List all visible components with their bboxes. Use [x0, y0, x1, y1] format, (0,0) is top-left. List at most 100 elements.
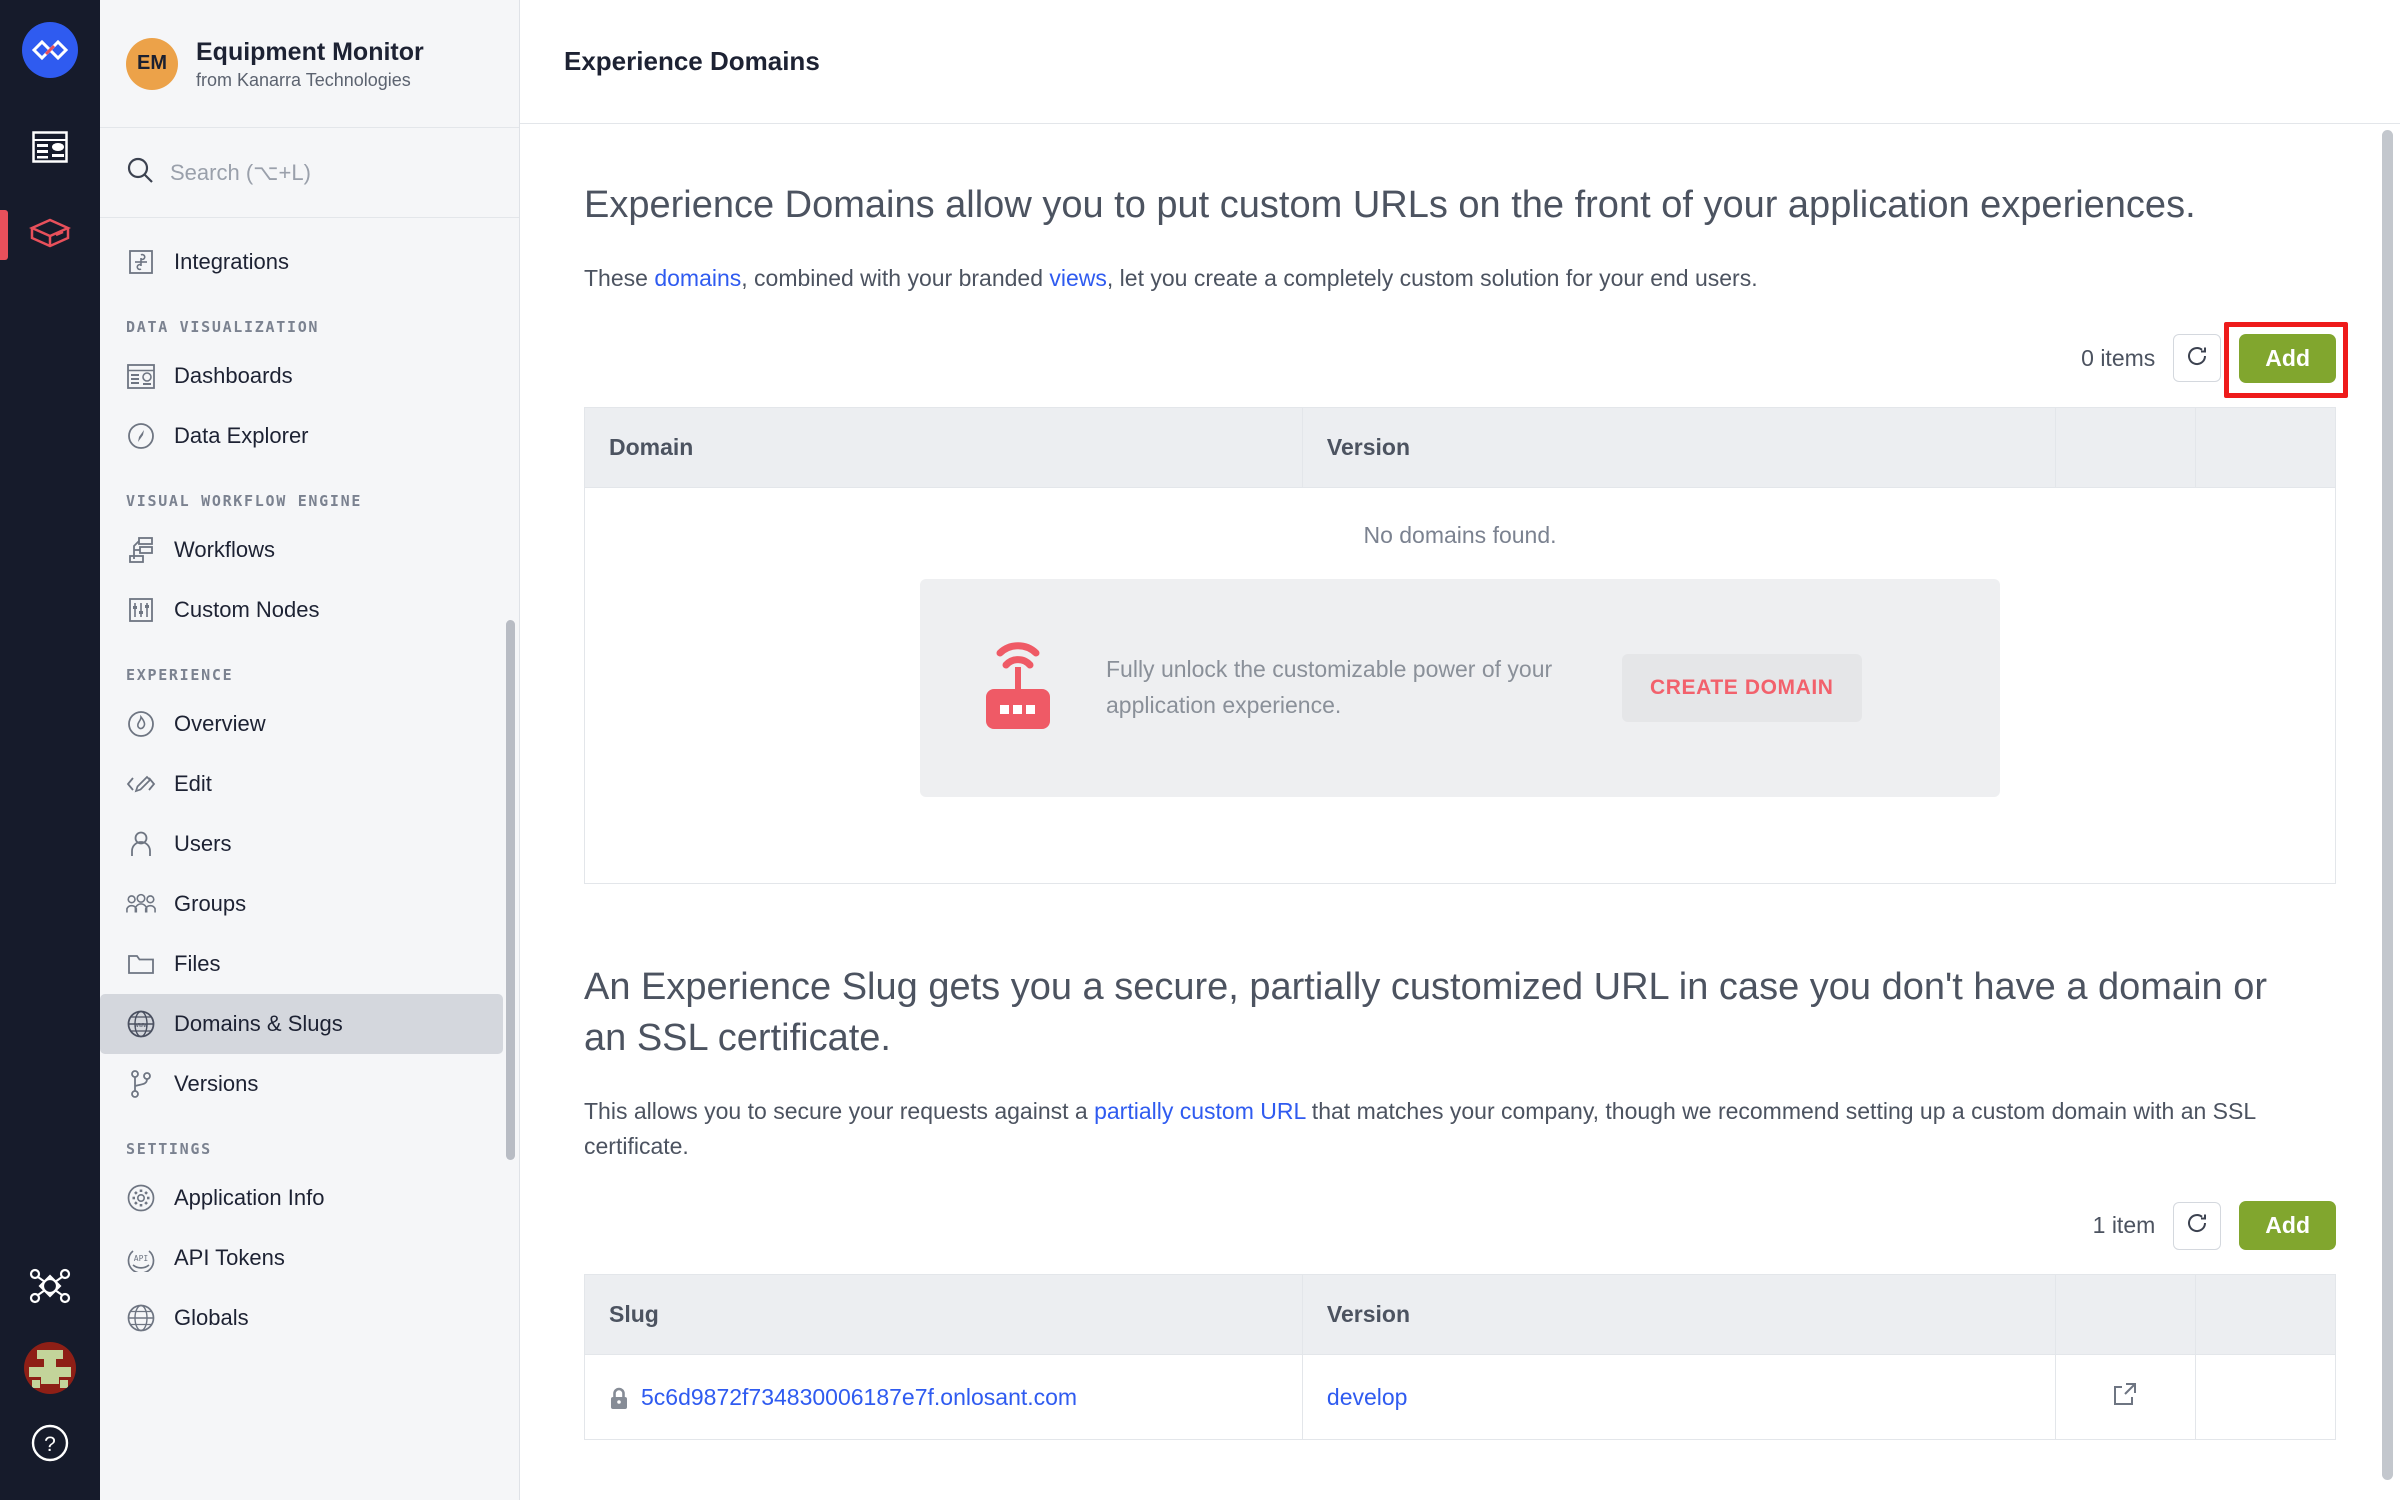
app-header: EM Equipment Monitor from Kanarra Techno… — [100, 0, 519, 128]
branch-icon — [126, 1069, 156, 1099]
views-link[interactable]: views — [1049, 265, 1107, 291]
version-link[interactable]: develop — [1327, 1384, 1408, 1410]
slugs-refresh-button[interactable] — [2173, 1201, 2222, 1250]
domains-item-count: 0 items — [2081, 344, 2156, 371]
domains-toolbar: 0 items Add — [584, 321, 2348, 398]
sidebar-item-overview[interactable]: Overview — [100, 694, 503, 754]
sidebar-item-domains-and-slugs[interactable]: www Domains & Slugs — [100, 994, 503, 1054]
sidebar-item-label: Groups — [174, 891, 247, 916]
partially-custom-url-link[interactable]: partially custom URL — [1094, 1098, 1305, 1124]
sidebar-item-custom-nodes[interactable]: Custom Nodes — [100, 580, 503, 640]
sidebar-item-label: Domains & Slugs — [174, 1011, 343, 1036]
sidebar-item-label: Overview — [174, 711, 266, 736]
router-icon — [976, 637, 1060, 739]
package-icon — [28, 218, 72, 253]
sidebar-item-workflows[interactable]: Workflows — [100, 520, 503, 580]
slugs-heading: An Experience Slug gets you a secure, pa… — [584, 965, 2267, 1060]
losant-logo[interactable] — [22, 22, 78, 78]
slugs-subtext-prefix: This allows you to secure your requests … — [584, 1098, 1095, 1125]
puzzle-icon — [126, 247, 156, 277]
sidebar-item-application-info[interactable]: Application Info — [100, 1168, 503, 1228]
external-link-icon — [2112, 1381, 2138, 1413]
sidebar: EM Equipment Monitor from Kanarra Techno… — [100, 0, 520, 1500]
user-avatar[interactable] — [24, 1342, 76, 1394]
lock-icon — [609, 1387, 629, 1411]
sidebar-item-label: Files — [174, 951, 221, 976]
domains-refresh-button[interactable] — [2173, 334, 2222, 383]
open-external-button[interactable] — [2080, 1381, 2171, 1413]
sidebar-item-label: API Tokens — [174, 1245, 285, 1270]
search-row[interactable] — [100, 128, 519, 218]
sidebar-item-integrations[interactable]: Integrations — [100, 232, 503, 292]
sidebar-item-data-explorer[interactable]: Data Explorer — [100, 406, 503, 466]
slugs-column-spacer-1 — [2055, 1274, 2196, 1356]
domains-table-header-row: Domain Version — [584, 407, 2337, 488]
main-content: Experience Domains Experience Domains al… — [520, 0, 2400, 1500]
create-domain-promo: Fully unlock the customizable power of y… — [920, 578, 2000, 797]
slugs-add-button[interactable]: Add — [2239, 1201, 2336, 1251]
domains-subtext-prefix: These — [584, 265, 655, 292]
domains-column-spacer-1 — [2055, 407, 2196, 488]
sidebar-item-label: Application Info — [174, 1185, 325, 1210]
main-scrollbar[interactable] — [2382, 130, 2393, 1480]
slugs-table: Slug Version 5c6d9872f734830006187e7f.on… — [584, 1274, 2337, 1441]
sidebar-item-label: Workflows — [174, 537, 276, 562]
globe-www-icon: www — [126, 1009, 156, 1039]
sidebar-item-dashboards[interactable]: Dashboards — [100, 346, 503, 406]
sidebar-item-globals[interactable]: Globals — [100, 1288, 503, 1348]
domains-heading: Experience Domains allow you to put cust… — [584, 184, 2196, 226]
slug-action-cell[interactable] — [2055, 1354, 2196, 1440]
sidebar-item-label: Custom Nodes — [174, 597, 320, 622]
domains-add-button[interactable]: Add — [2239, 333, 2336, 383]
domains-empty-row: No domains found. Fully unlock the custo… — [585, 487, 2336, 883]
rail-item-help[interactable]: ? — [0, 1420, 100, 1470]
slugs-column-version: Version — [1302, 1274, 2056, 1356]
svg-text:www: www — [135, 1021, 148, 1029]
slugs-column-slug: Slug — [584, 1274, 1303, 1356]
main-header: Experience Domains — [520, 0, 2400, 124]
slugs-table-header-row: Slug Version — [584, 1274, 2337, 1356]
rail-item-dashboards[interactable] — [0, 106, 100, 192]
slugs-item-count: 1 item — [2092, 1212, 2156, 1239]
compass-icon — [126, 421, 156, 451]
slugs-toolbar: 1 item Add — [584, 1201, 2336, 1251]
api-icon: API — [126, 1243, 156, 1273]
domains-column-spacer-2 — [2195, 407, 2337, 488]
drop-icon — [126, 709, 156, 739]
slugs-subtext: This allows you to secure your requests … — [584, 1094, 2336, 1163]
sidebar-item-groups[interactable]: Groups — [100, 874, 503, 934]
sidebar-item-label: Globals — [174, 1305, 249, 1330]
content-body: Experience Domains allow you to put cust… — [520, 124, 2400, 1441]
sidebar-item-files[interactable]: Files — [100, 934, 503, 994]
refresh-icon — [2185, 344, 2209, 373]
rail-item-organizations[interactable] — [0, 1260, 100, 1316]
sidebar-scrollbar[interactable] — [506, 620, 515, 1160]
svg-text:API: API — [134, 1254, 149, 1263]
search-input[interactable] — [170, 159, 490, 186]
sidebar-item-users[interactable]: Users — [100, 814, 503, 874]
svg-text:?: ? — [44, 1433, 56, 1456]
rail-item-applications[interactable] — [0, 192, 100, 278]
gear-icon — [126, 1183, 156, 1213]
sidebar-item-edit[interactable]: Edit — [100, 754, 503, 814]
slug-empty-cell — [2195, 1354, 2337, 1440]
folder-icon — [126, 949, 156, 979]
sidebar-item-versions[interactable]: Versions — [100, 1054, 503, 1114]
nav-group-experience: EXPERIENCE — [126, 666, 234, 684]
domains-link[interactable]: domains — [654, 265, 741, 291]
dashboard-icon — [32, 130, 68, 168]
create-domain-button[interactable]: CREATE DOMAIN — [1622, 653, 1862, 722]
sidebar-item-label: Dashboards — [174, 363, 293, 388]
domains-subtext: These domains, combined with your brande… — [584, 261, 2336, 296]
slugs-column-spacer-2 — [2195, 1274, 2337, 1356]
table-row: 5c6d9872f734830006187e7f.onlosant.com de… — [584, 1354, 2337, 1440]
domains-column-version: Version — [1302, 407, 2056, 488]
sidebar-item-label: Data Explorer — [174, 423, 309, 448]
slug-link[interactable]: 5c6d9872f734830006187e7f.onlosant.com — [641, 1384, 1077, 1410]
workflow-icon — [126, 535, 156, 565]
page-title: Experience Domains — [564, 46, 820, 76]
promo-text: Fully unlock the customizable power of y… — [1106, 656, 1553, 718]
sidebar-item-api-tokens[interactable]: API API Tokens — [100, 1228, 503, 1288]
sidebar-item-label: Users — [174, 831, 232, 856]
sidebar-nav: Integrations DATA VISUALIZATION Dashboar… — [100, 218, 519, 1348]
